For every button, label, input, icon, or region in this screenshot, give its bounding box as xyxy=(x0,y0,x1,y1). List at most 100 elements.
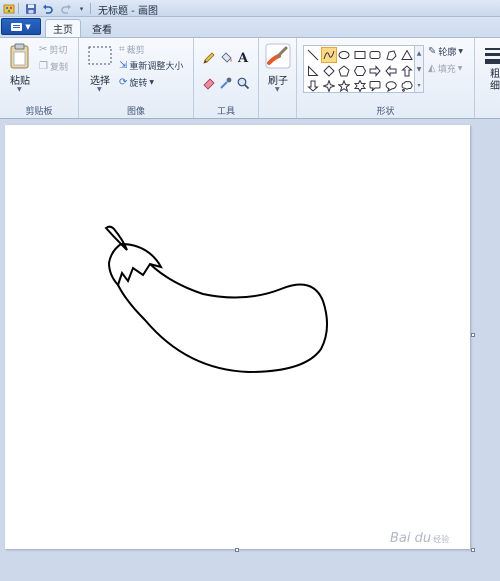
copy-icon: ❐ xyxy=(39,61,48,72)
text-icon: A xyxy=(237,50,249,66)
tools-group-label: 工具 xyxy=(216,107,235,117)
workspace: Bai du 经验 xyxy=(0,119,500,581)
ribbon-tab-row: ▼ 主页 查看 xyxy=(0,17,500,37)
paint-bucket-icon xyxy=(221,52,232,63)
curve-shape-icon[interactable] xyxy=(320,47,337,63)
eyedropper-icon xyxy=(220,77,232,89)
triangle-shape-icon[interactable] xyxy=(400,48,414,62)
cloud-callout-shape-icon[interactable] xyxy=(400,79,414,93)
paint-menu-button[interactable]: ▼ xyxy=(1,18,41,35)
eraser-button[interactable] xyxy=(201,75,217,91)
tab-home[interactable]: 主页 xyxy=(45,19,81,37)
image-group-label: 图像 xyxy=(126,107,145,117)
cut-label: 剪切 xyxy=(49,46,68,56)
brushes-dropdown-icon[interactable]: ▼ xyxy=(275,86,280,93)
outline-button[interactable]: ✎ 轮廓 ▼ xyxy=(428,45,463,58)
polygon-shape-icon[interactable] xyxy=(384,48,398,62)
canvas-resize-handle-bottom[interactable] xyxy=(235,548,239,552)
brushes-label: 刷子 xyxy=(268,76,288,87)
fill-shape-label: 填充 xyxy=(437,65,456,75)
canvas-resize-handle-right[interactable] xyxy=(471,333,475,337)
chevron-down-icon: ▼ xyxy=(25,22,31,31)
resize-label: 重新调整大小 xyxy=(129,62,184,72)
chevron-down-icon: ▼ xyxy=(457,65,463,72)
outline-label: 轮廓 xyxy=(438,48,457,58)
four-point-star-shape-icon[interactable] xyxy=(322,79,336,93)
pentagon-shape-icon[interactable] xyxy=(337,64,351,78)
clipboard-icon xyxy=(10,43,29,69)
paste-button[interactable] xyxy=(9,43,31,74)
shapes-gallery xyxy=(303,45,415,93)
image-group: 选择 ▼ ⌗ 裁剪 ⇲ 重新调整大小 ⟳ 旋转 ▼ 图像 xyxy=(79,38,194,118)
chevron-down-icon: ▼ xyxy=(149,79,155,86)
ribbon: 粘贴 ▼ ✂ 剪切 ❐ 复制 剪贴板 选择 ▼ ⌗ 裁剪 ⇲ 重新调整大小 ⟳ xyxy=(0,37,500,119)
customize-quick-access-icon[interactable]: ▾ xyxy=(75,2,88,15)
line-shape-icon[interactable] xyxy=(306,48,320,62)
save-icon[interactable] xyxy=(24,2,37,15)
oval-callout-shape-icon[interactable] xyxy=(384,79,398,93)
oval-shape-icon[interactable] xyxy=(337,48,351,62)
clipboard-group-label: 剪贴板 xyxy=(25,107,53,117)
up-arrow-shape-icon[interactable] xyxy=(400,64,414,78)
select-button[interactable] xyxy=(88,46,112,69)
drawing-canvas[interactable]: Bai du 经验 xyxy=(5,125,470,549)
left-arrow-shape-icon[interactable] xyxy=(384,64,398,78)
resize-icon: ⇲ xyxy=(119,60,128,71)
line-width-icon xyxy=(485,48,500,64)
right-arrow-shape-icon[interactable] xyxy=(368,64,382,78)
brush-icon xyxy=(265,43,291,69)
pencil-icon xyxy=(203,52,215,64)
selection-icon xyxy=(88,46,112,65)
rectangle-shape-icon[interactable] xyxy=(353,48,367,62)
size-group: 粗细 xyxy=(475,38,500,118)
baidu-watermark: Bai du 经验 xyxy=(390,531,450,546)
gallery-expand-icon[interactable]: ▾ xyxy=(415,78,423,94)
text-button[interactable]: A xyxy=(235,50,251,66)
eraser-icon xyxy=(203,78,215,90)
select-label: 选择 xyxy=(90,76,110,87)
outline-icon: ✎ xyxy=(428,46,437,57)
undo-icon[interactable] xyxy=(41,2,54,15)
crop-icon: ⌗ xyxy=(119,44,125,55)
six-point-star-shape-icon[interactable] xyxy=(353,79,367,93)
size-button[interactable] xyxy=(485,46,500,69)
paste-dropdown-icon[interactable]: ▼ xyxy=(17,86,22,93)
tab-view[interactable]: 查看 xyxy=(84,19,120,37)
fill-shape-icon: ◭ xyxy=(428,63,436,74)
paint-app-icon[interactable] xyxy=(2,2,15,15)
color-picker-button[interactable] xyxy=(218,75,234,91)
shapes-gallery-scrollbar[interactable]: ▲ ▼ ▾ xyxy=(415,45,424,93)
diamond-shape-icon[interactable] xyxy=(322,64,336,78)
copy-button[interactable]: ❐ 复制 xyxy=(39,60,68,73)
title-bar: ▾ 无标题 - 画图 xyxy=(0,0,500,17)
right-triangle-shape-icon[interactable] xyxy=(306,64,320,78)
magnifier-icon xyxy=(237,77,250,90)
crop-label: 裁剪 xyxy=(126,46,145,56)
five-point-star-shape-icon[interactable] xyxy=(337,79,351,93)
brushes-button[interactable] xyxy=(265,43,291,72)
scroll-up-icon[interactable]: ▲ xyxy=(415,46,423,62)
select-dropdown-icon[interactable]: ▼ xyxy=(97,86,102,93)
scissors-icon: ✂ xyxy=(39,44,48,55)
cut-button[interactable]: ✂ 剪切 xyxy=(39,43,67,56)
rounded-callout-shape-icon[interactable] xyxy=(368,79,382,93)
shapes-group-label: 形状 xyxy=(376,107,395,117)
scroll-down-icon[interactable]: ▼ xyxy=(415,62,423,78)
magnifier-button[interactable] xyxy=(235,75,251,91)
tools-group: A 工具 xyxy=(194,38,259,118)
paste-label: 粘贴 xyxy=(10,76,30,87)
rotate-button[interactable]: ⟳ 旋转 ▼ xyxy=(119,76,154,89)
menu-icon xyxy=(11,22,23,31)
rounded-rectangle-shape-icon[interactable] xyxy=(368,48,382,62)
crop-button[interactable]: ⌗ 裁剪 xyxy=(119,43,145,56)
rotate-label: 旋转 xyxy=(129,79,148,89)
redo-icon[interactable] xyxy=(59,2,72,15)
hexagon-shape-icon[interactable] xyxy=(353,64,367,78)
fill-button[interactable] xyxy=(218,50,234,66)
down-arrow-shape-icon[interactable] xyxy=(306,79,320,93)
canvas-resize-handle-corner[interactable] xyxy=(471,548,475,552)
resize-button[interactable]: ⇲ 重新调整大小 xyxy=(119,59,183,72)
chevron-down-icon: ▼ xyxy=(458,48,464,55)
fill-shape-button[interactable]: ◭ 填充 ▼ xyxy=(428,62,462,75)
pencil-button[interactable] xyxy=(201,50,217,66)
